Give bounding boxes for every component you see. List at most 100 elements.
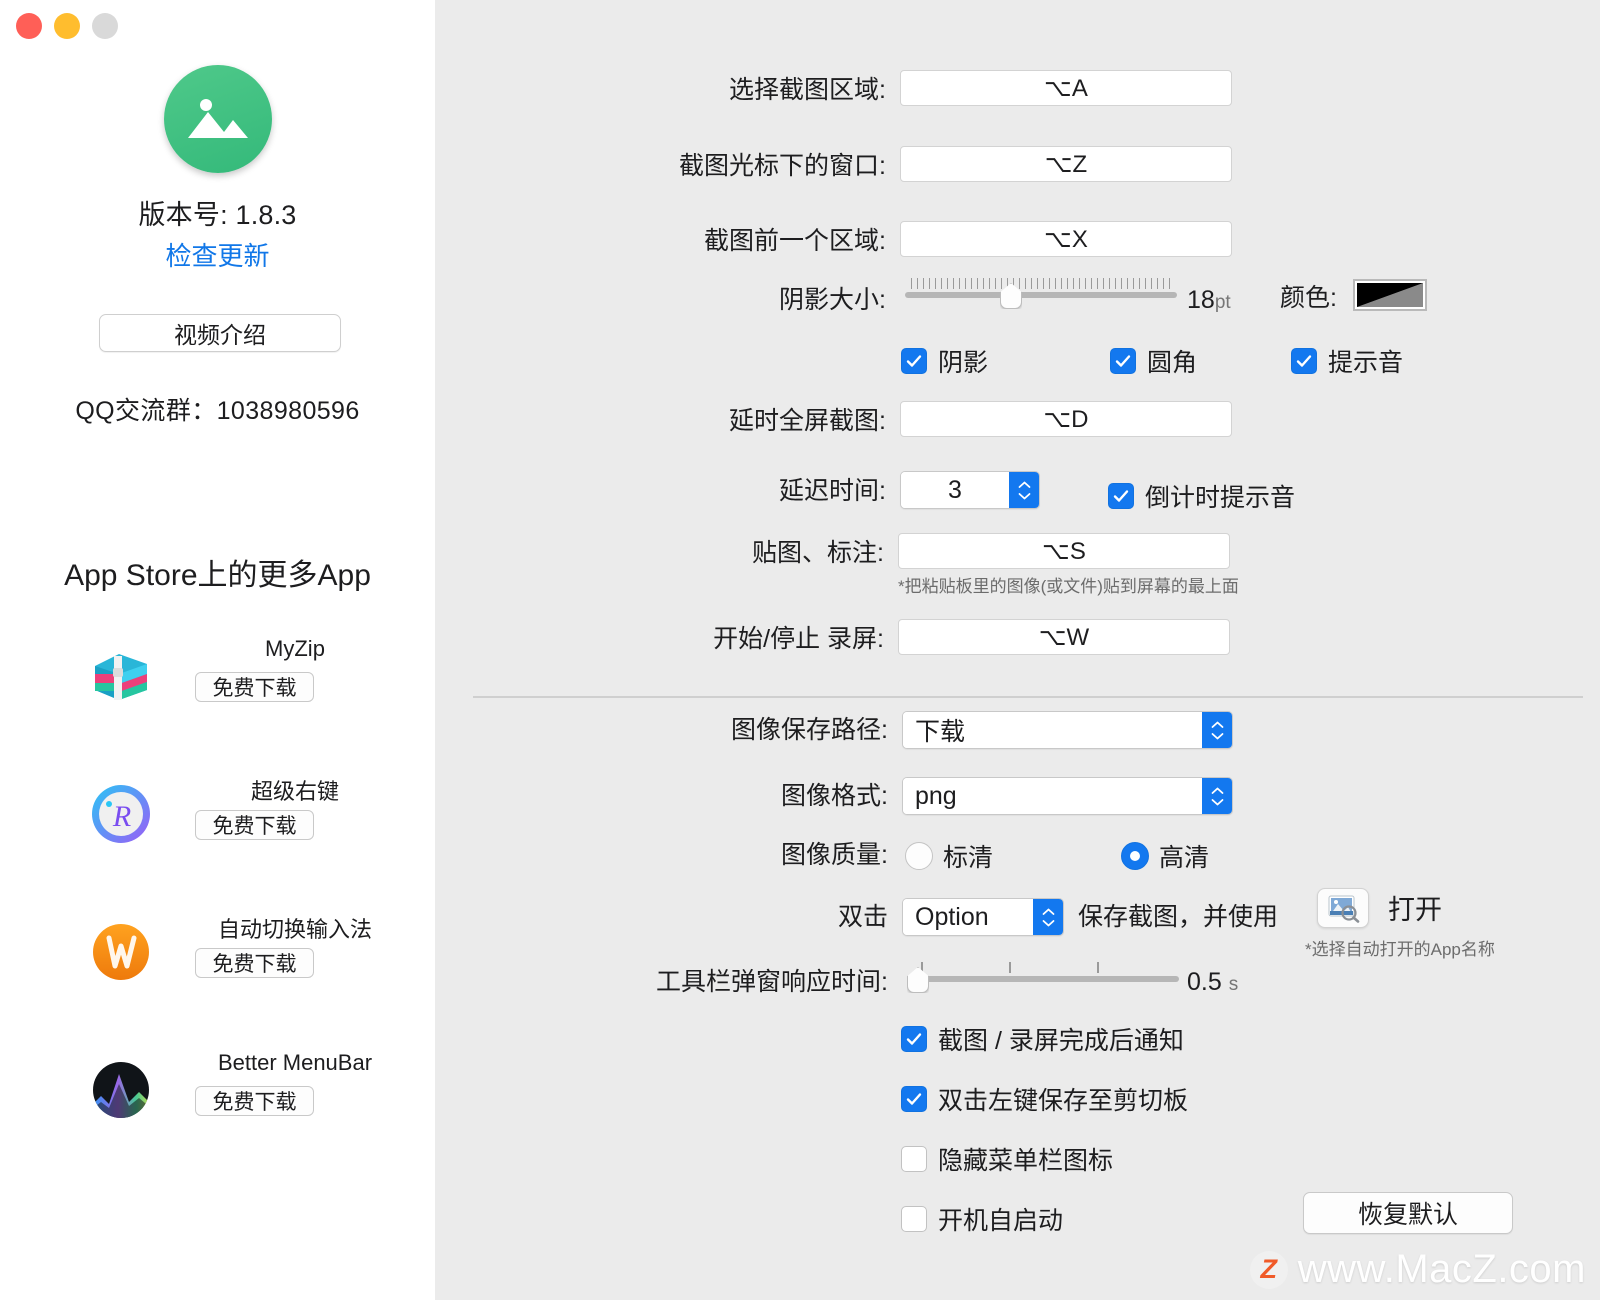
settings-panel: 选择截图区域: ⌥A 截图光标下的窗口: ⌥Z 截图前一个区域: ⌥X 阴影大小… [435, 0, 1600, 1300]
zoom-button[interactable] [92, 13, 118, 39]
toolbar-delay-slider[interactable] [907, 962, 1181, 996]
rounded-corner-checkbox[interactable]: 圆角 [1110, 343, 1197, 379]
watermark: Z www.MacZ.com [1249, 1247, 1586, 1292]
app-name: Better MenuBar [217, 1050, 373, 1075]
more-apps-list: MyZip 免费下载 R 超级右键 免费下载 自动切换输入法 免费下载 Bett… [0, 632, 435, 1184]
stepper-arrows[interactable] [1009, 472, 1039, 508]
chevron-updown-icon[interactable] [1202, 712, 1232, 748]
slider-track [905, 292, 1177, 298]
record-shortcut-field[interactable]: ⌥W [898, 619, 1230, 655]
check-update-link[interactable]: 检查更新 [0, 236, 435, 273]
checkbox-box [901, 348, 927, 374]
delay-fullscreen-shortcut-field[interactable]: ⌥D [900, 401, 1232, 437]
toolbar-delay-number: 0.5 [1187, 968, 1222, 996]
double-click-hint: *选择自动打开的App名称 [1305, 940, 1495, 959]
shadow-size-slider[interactable] [905, 278, 1177, 312]
delay-time-label: 延迟时间: [779, 477, 886, 505]
menubar-icon [89, 1058, 153, 1122]
close-button[interactable] [16, 13, 42, 39]
image-format-label: 图像格式: [781, 782, 888, 810]
restore-defaults-button[interactable]: 恢复默认 [1303, 1192, 1513, 1234]
video-intro-button[interactable]: 视频介绍 [99, 314, 341, 352]
checkbox-box [901, 1086, 927, 1112]
delay-time-stepper[interactable]: 3 [900, 471, 1040, 509]
list-item: MyZip 免费下载 [0, 632, 435, 770]
macz-logo-icon: Z [1249, 1250, 1288, 1289]
save-path-select[interactable]: 下载 [902, 711, 1233, 749]
record-label: 开始/停止 录屏: [713, 625, 884, 653]
capture-window-label: 截图光标下的窗口: [679, 152, 886, 180]
previous-region-shortcut-field[interactable]: ⌥X [900, 221, 1232, 257]
double-click-modifier-value: Option [903, 899, 1033, 935]
slider-track [907, 976, 1179, 982]
checkbox-box [901, 1206, 927, 1232]
qq-group-label: QQ交流群：1038980596 [75, 397, 360, 425]
checkbox-box [901, 1146, 927, 1172]
minimize-button[interactable] [54, 13, 80, 39]
zip-archive-icon [89, 644, 153, 708]
checkbox-label: 隐藏菜单栏图标 [938, 1147, 1114, 1175]
checkbox-box [901, 1026, 927, 1052]
checkbox-box [1110, 348, 1136, 374]
shadow-checkbox[interactable]: 阴影 [901, 343, 988, 379]
double-click-modifier-select[interactable]: Option [902, 898, 1064, 936]
shadow-size-unit: pt [1214, 292, 1231, 313]
photo-icon [163, 65, 272, 173]
slider-ticks [911, 278, 1171, 289]
image-format-select[interactable]: png [902, 777, 1233, 815]
section-divider [473, 696, 1583, 698]
free-download-button[interactable]: 免费下载 [195, 1086, 314, 1116]
delay-time-value: 3 [901, 472, 1009, 508]
app-name: MyZip [265, 636, 325, 661]
launch-at-login-checkbox[interactable]: 开机自启动 [901, 1201, 1063, 1237]
free-download-button[interactable]: 免费下载 [195, 672, 314, 702]
toolbar-delay-unit: s [1228, 974, 1239, 995]
free-download-button[interactable]: 免费下载 [195, 810, 314, 840]
image-quality-radio-hd[interactable]: 高清 [1121, 838, 1209, 874]
app-name: 自动切换输入法 [217, 917, 372, 942]
chevron-updown-icon[interactable] [1202, 778, 1232, 814]
slider-ticks [921, 962, 1181, 973]
app-name: 超级右键 [250, 779, 339, 804]
watermark-text: www.MacZ.com [1297, 1247, 1586, 1291]
version-label: 版本号: 1.8.3 [138, 200, 297, 230]
color-label: 颜色: [1280, 284, 1337, 312]
checkbox-label: 双击左键保存至剪切板 [938, 1087, 1189, 1115]
radio-circle [905, 842, 933, 870]
chevron-updown-icon[interactable] [1033, 899, 1063, 935]
capture-window-shortcut-field[interactable]: ⌥Z [900, 146, 1232, 182]
toolbar-delay-label: 工具栏弹窗响应时间: [656, 968, 888, 996]
shadow-size-number: 18 [1187, 286, 1215, 314]
color-swatch-fill [1357, 283, 1423, 307]
checkbox-label: 圆角 [1147, 349, 1198, 377]
pin-annotate-label: 贴图、标注: [752, 539, 884, 567]
countdown-sound-checkbox[interactable]: 倒计时提示音 [1108, 478, 1295, 514]
checkbox-label: 提示音 [1328, 349, 1404, 377]
sound-checkbox[interactable]: 提示音 [1291, 343, 1403, 379]
more-apps-title: App Store上的更多App [64, 559, 371, 592]
checkbox-box [1291, 348, 1317, 374]
delay-fullscreen-label: 延时全屏截图: [729, 407, 886, 435]
free-download-button[interactable]: 免费下载 [195, 948, 314, 978]
radio-label: 高清 [1159, 844, 1210, 872]
toolbar-delay-value: 0.5 s [1187, 968, 1238, 997]
app-window: 版本号: 1.8.3 检查更新 视频介绍 QQ交流群：1038980596 Ap… [0, 0, 1600, 1300]
double-click-prefix-label: 双击 [837, 903, 888, 931]
image-format-value: png [903, 778, 1202, 814]
notify-after-capture-checkbox[interactable]: 截图 / 录屏完成后通知 [901, 1021, 1184, 1057]
pin-annotate-shortcut-field[interactable]: ⌥S [898, 533, 1230, 569]
hide-menubar-icon-checkbox[interactable]: 隐藏菜单栏图标 [901, 1141, 1113, 1177]
svg-text:R: R [112, 800, 131, 833]
select-region-shortcut-field[interactable]: ⌥A [900, 70, 1232, 106]
previous-region-label: 截图前一个区域: [704, 227, 886, 255]
shadow-color-swatch[interactable] [1353, 279, 1427, 311]
image-quality-radio-standard[interactable]: 标清 [905, 838, 993, 874]
double-click-save-clipboard-checkbox[interactable]: 双击左键保存至剪切板 [901, 1081, 1188, 1117]
preview-app-icon[interactable] [1317, 888, 1369, 928]
checkbox-label: 开机自启动 [938, 1207, 1064, 1235]
shadow-size-value: 18pt [1187, 286, 1231, 315]
save-path-label: 图像保存路径: [731, 716, 888, 744]
checkbox-label: 倒计时提示音 [1145, 484, 1296, 512]
pin-annotate-hint: *把粘贴板里的图像(或文件)贴到屏幕的最上面 [898, 577, 1239, 596]
open-label: 打开 [1388, 895, 1442, 925]
